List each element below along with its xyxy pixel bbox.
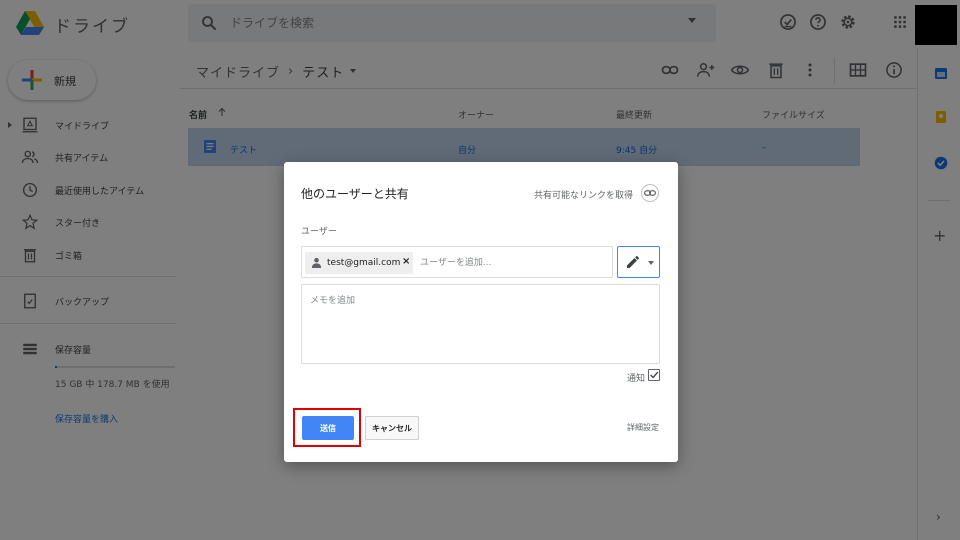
people-input-box[interactable]: test@gmail.com ×: [301, 246, 613, 278]
remove-user-close-icon[interactable]: ×: [402, 256, 410, 267]
send-button[interactable]: 送信: [302, 416, 354, 440]
user-chip[interactable]: test@gmail.com ×: [305, 252, 413, 274]
notify-label: 通知: [627, 374, 646, 384]
cancel-button[interactable]: キャンセル: [365, 416, 419, 440]
get-shareable-link-label[interactable]: 共有可能なリンクを取得: [534, 188, 633, 201]
chevron-down-icon: [648, 261, 654, 265]
notify-checkbox[interactable]: [648, 369, 660, 381]
users-label: ユーザー: [301, 227, 337, 237]
pencil-edit-icon: [627, 256, 639, 268]
permission-dropdown-button[interactable]: [617, 246, 660, 278]
advanced-settings-link[interactable]: 詳細設定: [627, 422, 659, 433]
shareable-link-icon[interactable]: [641, 184, 659, 202]
share-dialog: 他のユーザーと共有 共有可能なリンクを取得 ユーザー test@gmail.co…: [284, 162, 678, 462]
dialog-title: 他のユーザーと共有: [301, 187, 409, 201]
add-user-input[interactable]: [420, 255, 600, 271]
person-icon: [311, 257, 322, 268]
user-chip-email: test@gmail.com: [327, 258, 401, 268]
note-textarea[interactable]: [301, 284, 660, 364]
